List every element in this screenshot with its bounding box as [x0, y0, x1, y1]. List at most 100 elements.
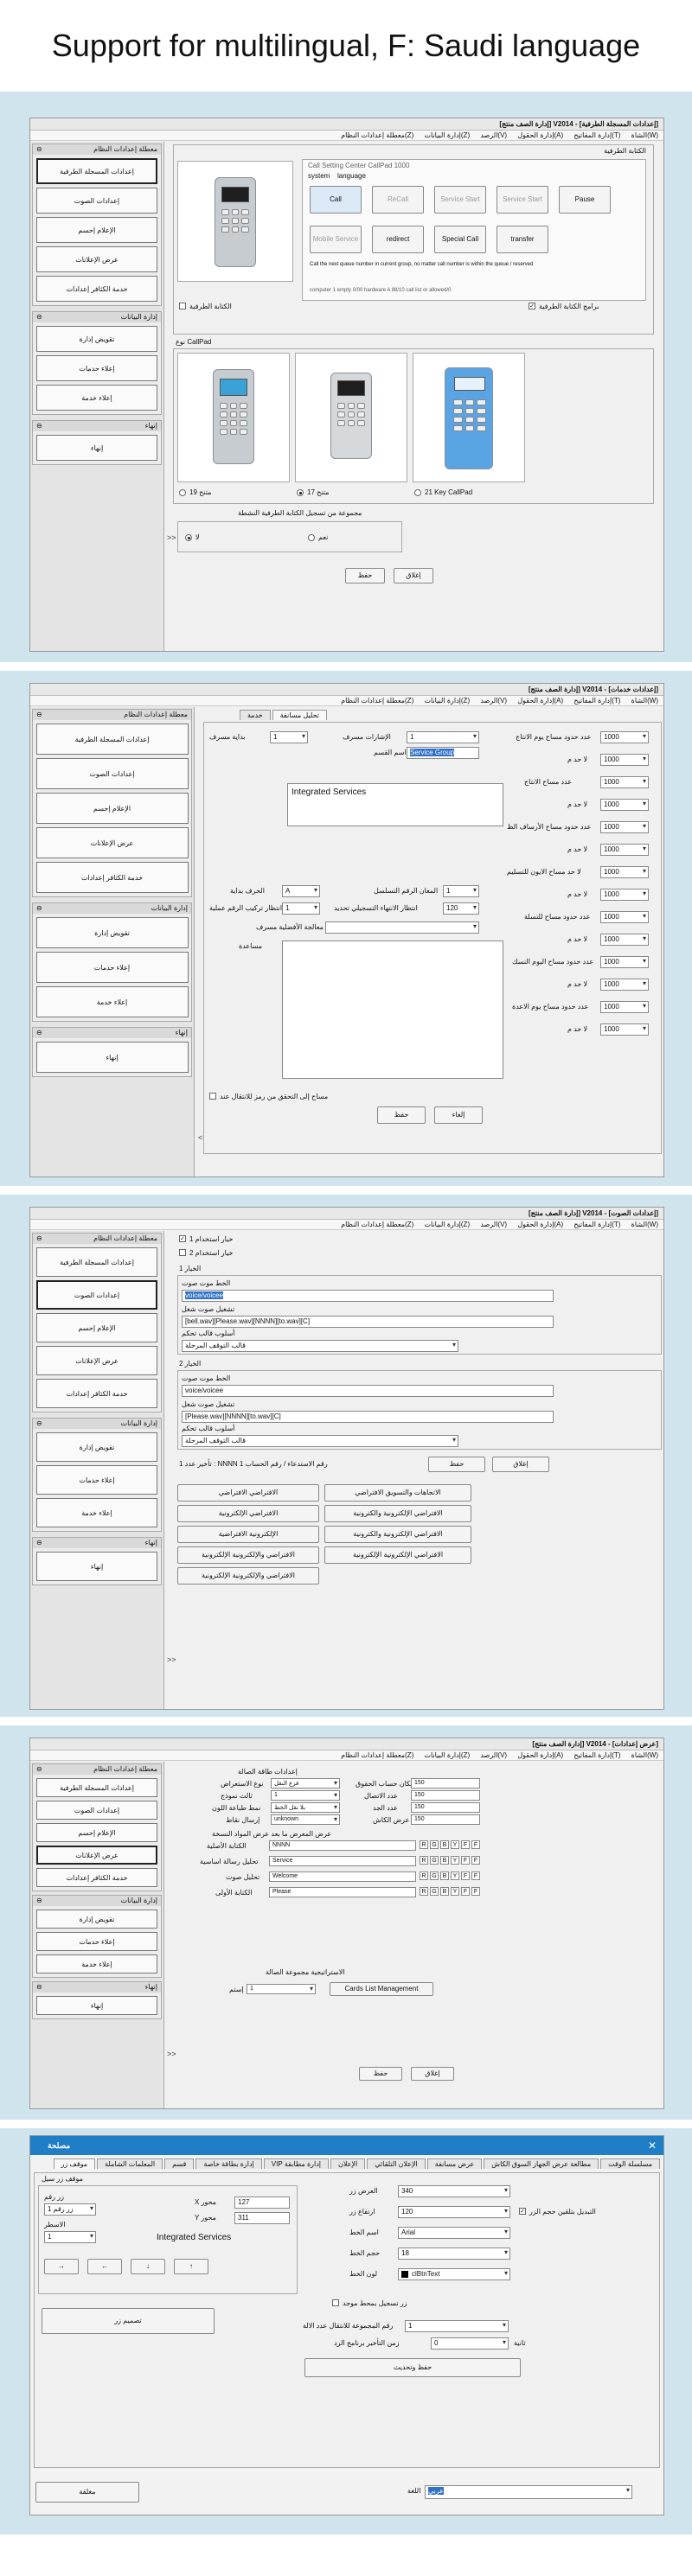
limit-select[interactable]: 1000 — [600, 934, 649, 946]
menu-item[interactable]: (Z)معطلة إعدادات النظام — [341, 1751, 413, 1759]
sidebar-item-services[interactable]: إعلاء حدمات — [36, 1465, 157, 1495]
menu-item[interactable]: (A)إدارة الحقول — [517, 131, 563, 139]
special-call-button[interactable]: Special Call — [434, 226, 486, 253]
limit-select[interactable]: 1000 — [600, 754, 649, 766]
close-button[interactable]: إغلاق — [411, 2067, 454, 2081]
sidebar-group-header[interactable]: إنهاء ⊖ — [33, 421, 161, 431]
redirect-button[interactable]: redirect — [372, 226, 424, 253]
button-height-select[interactable]: 120 — [398, 2206, 510, 2218]
menu-item[interactable]: (Z)إدارة البيانات — [424, 1221, 470, 1228]
tab-service[interactable]: خدمة — [240, 710, 271, 720]
row-input[interactable]: 150 — [411, 1814, 480, 1825]
menu-item[interactable]: (Z)إدارة البيانات — [424, 131, 470, 139]
sidebar-item-exit[interactable]: إنهاء — [35, 1042, 189, 1073]
menu-item[interactable]: (V)الرصد — [480, 697, 507, 705]
design-button[interactable]: تصميم زر — [42, 2308, 215, 2334]
sidebar-group-header[interactable]: إدارة البيانات ⊖ — [33, 903, 191, 914]
line-input[interactable]: Please — [269, 1887, 416, 1897]
row-input[interactable]: 150 — [411, 1778, 480, 1789]
tab[interactable]: الإعلان — [330, 2158, 366, 2169]
menu-item[interactable]: (V)الرصد — [480, 1751, 507, 1759]
limit-select[interactable]: 1000 — [600, 799, 649, 811]
menu-item[interactable]: (W)الشاة — [631, 697, 658, 705]
sidebar-item-voice[interactable]: إعدادات الصوت — [36, 1280, 157, 1310]
row-select[interactable]: 1 — [44, 2231, 96, 2243]
template-select[interactable]: قالب التوقف المرحلة — [182, 1340, 458, 1352]
menu-item[interactable]: (V)الرصد — [480, 131, 507, 139]
close-button[interactable]: إغلاق — [394, 568, 433, 583]
sidebar-group-header[interactable]: إدارة البيانات ⊖ — [33, 312, 161, 322]
sidebar-item-services[interactable]: إعلاء حدمات — [36, 1932, 157, 1951]
sidebar-group-header[interactable]: معطلة إعدادات النظام ⊖ — [33, 144, 161, 155]
font-name-select[interactable]: Arial — [398, 2227, 510, 2239]
terminal-program-checkbox[interactable]: ✓ — [529, 303, 535, 309]
sidebar-item-service[interactable]: إعلاء خدمة — [36, 1954, 157, 1973]
tab[interactable]: عرض مسانفة — [426, 2158, 483, 2169]
service-name-input[interactable]: Service Group — [407, 747, 479, 759]
tab[interactable]: قسم — [164, 2158, 195, 2169]
row-input[interactable]: 150 — [411, 1802, 480, 1813]
sidebar-item-exit[interactable]: إنهاء — [36, 1552, 157, 1581]
menu-item[interactable]: (T)إدارة المفاتيح — [573, 1751, 620, 1759]
sidebar-item-voice[interactable]: إعدادات الصوت — [36, 1801, 157, 1820]
color-picker[interactable]: RGBYFF — [420, 1871, 480, 1880]
sidebar-item-ads[interactable]: عرض الإعلانات — [36, 246, 157, 272]
underline-checkbox[interactable] — [332, 2299, 339, 2306]
sidebar-item-notify[interactable]: الإعلام إحسم — [36, 217, 157, 243]
sidebar-group-header[interactable]: معطلة إعدادات النظام ⊖ — [33, 1234, 161, 1244]
line-input[interactable]: Service — [269, 1856, 416, 1866]
save-button[interactable]: حفظ — [428, 1457, 485, 1472]
transfer-button[interactable]: transfer — [497, 226, 548, 253]
sidebar-item-ads[interactable]: عرض الإعلانات — [36, 1846, 157, 1865]
voice-path-input-2[interactable]: voice/voicee — [182, 1385, 554, 1397]
device-radio-17[interactable] — [297, 489, 304, 496]
menu-item[interactable]: (T)إدارة المفاتيح — [573, 1221, 620, 1228]
multiply-select[interactable]: 1 — [405, 2320, 509, 2332]
sidebar-item-auth[interactable]: تقويض إدارة — [35, 917, 189, 948]
language-button[interactable]: الافتراضي الإلكترونية — [177, 1505, 319, 1522]
voice-sequence-input[interactable]: [bell.wav][Please.wav][NNNN][to.wav][C] — [182, 1316, 554, 1328]
sidebar-item-voice[interactable]: إعدادات الصوت — [36, 188, 157, 214]
language-button[interactable]: الافتراضي والإلكترونية الإلكترونية — [177, 1567, 319, 1584]
language-select[interactable]: عربي — [425, 2485, 632, 2499]
menu-item[interactable]: (Z)إدارة البيانات — [424, 1751, 470, 1759]
sidebar-item-notify[interactable]: الإعلام إحسم — [35, 793, 189, 824]
device-card[interactable] — [177, 353, 290, 482]
line-input[interactable]: NNNN — [269, 1840, 416, 1851]
sidebar-item-service[interactable]: إعلاء خدمة — [35, 986, 189, 1017]
description-box[interactable]: Integrated Services — [287, 783, 503, 826]
row-select[interactable]: 1 — [271, 1790, 340, 1801]
sidebar-item-ads[interactable]: عرض الإعلانات — [35, 827, 189, 858]
sidebar-group-header[interactable]: إنهاء ⊖ — [33, 1538, 161, 1548]
collapse-sidebar-icon[interactable]: >> — [167, 1655, 176, 1664]
pause-button[interactable]: Pause — [559, 186, 611, 214]
save-update-button[interactable]: حفظ وتحديث — [304, 2358, 521, 2377]
service-start-button-2[interactable]: Service Start — [497, 186, 548, 214]
sidebar-item-exit[interactable]: إنهاء — [36, 435, 157, 461]
collapse-sidebar-icon[interactable]: >> — [167, 533, 176, 542]
menu-item[interactable]: (A)إدارة الحقول — [517, 1751, 563, 1759]
menu-item[interactable]: (Z)معطلة إعدادات النظام — [341, 1221, 413, 1228]
menu-item[interactable]: (T)إدارة المفاتيح — [573, 131, 620, 139]
button-width-select[interactable]: 340 — [398, 2185, 510, 2197]
priority-select[interactable] — [325, 921, 479, 934]
limit-select[interactable]: 1000 — [600, 1023, 649, 1036]
limit-select[interactable]: 1000 — [600, 821, 649, 833]
limit-select[interactable]: 1000 — [600, 956, 649, 968]
menu-item[interactable]: (W)الشاة — [631, 1751, 658, 1759]
button-number-select[interactable]: زر رقم 1 — [44, 2203, 96, 2216]
save-button[interactable]: حفظ — [359, 2067, 402, 2081]
language-button[interactable]: الافتراضي الافتراضي — [177, 1484, 319, 1502]
row-select[interactable]: فرع النقل — [271, 1778, 340, 1789]
sidebar-item-terminal[interactable]: إعدادات المسجلة الطرفية — [36, 158, 157, 184]
language-button[interactable]: الافتراضي الإلكترونية الإلكترونية — [324, 1546, 471, 1564]
group-strategy-select[interactable]: 1 — [247, 1984, 316, 1994]
mobile-service-button[interactable]: Mobile Service — [310, 226, 362, 253]
menu-item[interactable]: (Z)معطلة إعدادات النظام — [341, 697, 413, 705]
row-select[interactable]: بلا نقل الخط — [271, 1802, 340, 1813]
y-axis-input[interactable]: 311 — [234, 2212, 290, 2224]
sidebar-item-density[interactable]: خدمة الكثافر إعدادات — [36, 1379, 157, 1408]
service-start-button[interactable]: Service Start — [434, 186, 486, 214]
move-up-button[interactable]: ↑ — [174, 2259, 208, 2274]
timeout-select[interactable]: 120 — [443, 902, 479, 915]
